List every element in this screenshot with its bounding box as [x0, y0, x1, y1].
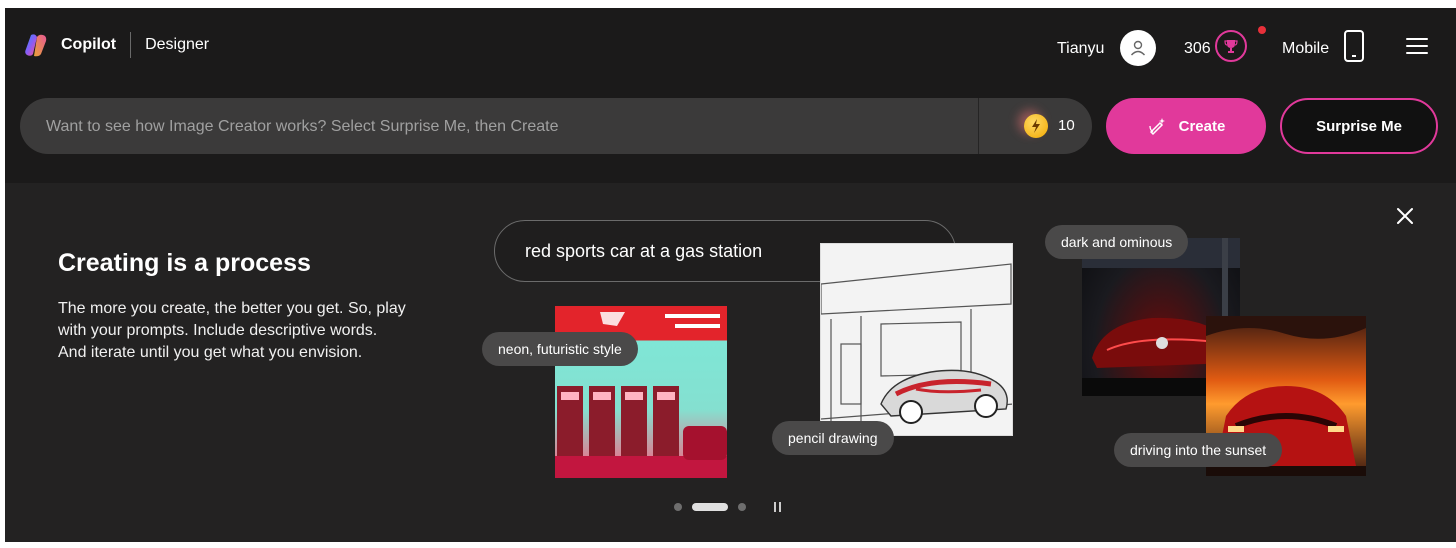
prompt-search-bar: 10 [20, 98, 1092, 154]
trophy-icon[interactable] [1215, 30, 1247, 62]
carousel-dot[interactable] [738, 503, 746, 511]
prompt-input[interactable] [44, 115, 978, 139]
mobile-icon[interactable] [1344, 30, 1364, 62]
close-icon[interactable] [1393, 204, 1417, 228]
product-name: Designer [145, 36, 210, 53]
surprise-me-button[interactable]: Surprise Me [1280, 98, 1438, 154]
copilot-logo-icon [23, 32, 49, 58]
style-tag-neon: neon, futuristic style [482, 332, 638, 366]
user-avatar[interactable] [1120, 30, 1156, 66]
pause-icon[interactable] [774, 502, 781, 512]
brand-divider [130, 32, 132, 58]
style-tag-dark: dark and ominous [1045, 225, 1189, 259]
example-prompt-text: red sports car at a gas station [525, 241, 763, 261]
user-icon [1130, 40, 1146, 56]
menu-icon[interactable] [1406, 38, 1428, 56]
boosts-count: 10 [1058, 117, 1075, 134]
panel-heading: Creating is a process [58, 249, 311, 277]
carousel-dot[interactable] [674, 503, 682, 511]
style-tag-pencil: pencil drawing [772, 421, 894, 455]
boosts-counter[interactable]: 10 [1002, 112, 1082, 140]
carousel-dot-active[interactable] [692, 503, 728, 511]
boost-icon [1024, 114, 1048, 138]
brand-name: Copilot [61, 36, 117, 53]
panel-description: The more you create, the better you get.… [58, 300, 406, 361]
carousel-indicator [674, 502, 781, 512]
notification-dot [1258, 26, 1266, 34]
create-button[interactable]: Create [1106, 98, 1266, 154]
rewards-points[interactable]: 306 [1184, 40, 1211, 58]
mobile-label[interactable]: Mobile [1282, 40, 1329, 58]
pencil-drawing-image [820, 243, 1013, 436]
create-pen-icon [1148, 118, 1165, 136]
brand[interactable]: Copilot Designer [23, 32, 209, 58]
create-label: Create [1178, 117, 1226, 135]
search-divider [978, 98, 979, 154]
user-name[interactable]: Tianyu [1057, 40, 1104, 58]
window-frame-bottom [0, 542, 1456, 548]
window-frame-top [0, 0, 1456, 8]
style-tag-sunset: driving into the sunset [1114, 433, 1283, 467]
